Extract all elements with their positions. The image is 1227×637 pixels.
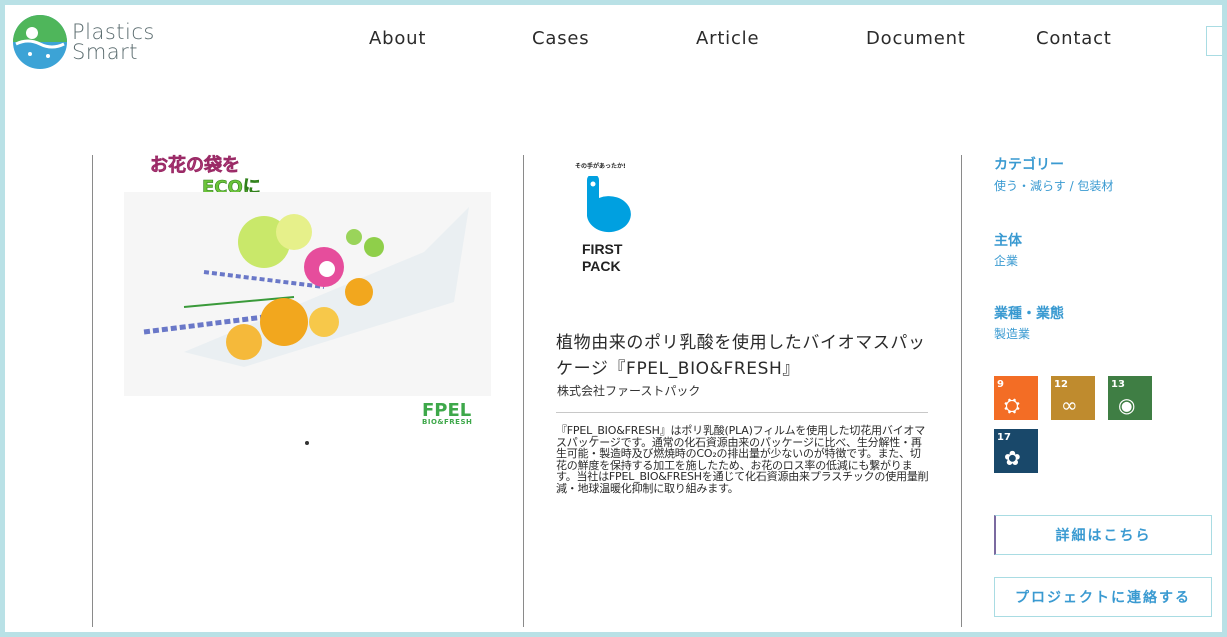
column-divider: [523, 155, 524, 627]
header-search-box[interactable]: [1206, 26, 1227, 56]
company-name: 株式会社ファーストパック: [557, 384, 701, 398]
slider-dot[interactable]: [305, 441, 309, 445]
sdg-number: 13: [1111, 379, 1125, 390]
nav-document[interactable]: Document: [866, 28, 966, 49]
sdg-13-badge[interactable]: 13 ◉: [1108, 376, 1152, 420]
entity-label: 主体: [994, 233, 1022, 249]
sdg-number: 17: [997, 432, 1011, 443]
fpel-logo-subtext: BIO&FRESH: [422, 418, 473, 426]
company-logo-line2: PACK: [582, 258, 621, 274]
sdg-number: 12: [1054, 379, 1068, 390]
logo-text: Plastics Smart: [72, 20, 155, 64]
slide-headline-line1: お花の袋を: [150, 155, 241, 177]
company-logo-tagline: その手があったか!: [575, 163, 626, 170]
plastics-smart-logo[interactable]: Plastics Smart: [12, 14, 155, 70]
nav-contact[interactable]: Contact: [1036, 28, 1112, 49]
column-divider: [92, 155, 93, 627]
entity-value[interactable]: 企業: [994, 252, 1018, 269]
logo-line1: Plastics: [72, 20, 155, 44]
divider: [556, 412, 928, 413]
partnership-icon: ✿: [1004, 446, 1021, 470]
industry-label: 業種・業態: [994, 306, 1064, 322]
nav-cases[interactable]: Cases: [532, 28, 589, 49]
category-value[interactable]: 使う・減らす / 包装材: [994, 177, 1113, 194]
eye-earth-icon: ◉: [1118, 393, 1136, 417]
industry-value[interactable]: 製造業: [994, 325, 1030, 342]
company-logo-name: FIRST PACK: [582, 241, 622, 275]
logo-mark-icon: [13, 15, 67, 69]
infinity-icon: ∞: [1061, 393, 1078, 417]
details-button[interactable]: 詳細はこちら: [994, 515, 1212, 555]
nav-article[interactable]: Article: [696, 28, 759, 49]
nav-about[interactable]: About: [369, 28, 426, 49]
contact-project-button[interactable]: プロジェクトに連絡する: [994, 577, 1212, 617]
company-logo-line1: FIRST: [582, 241, 623, 257]
category-label: カテゴリー: [994, 157, 1064, 173]
sdg-number: 9: [997, 379, 1004, 390]
project-description: 『FPEL_BIO&FRESH』はポリ乳酸(PLA)フィルムを使用した切花用バイ…: [556, 424, 929, 495]
industry-icon: ⛭: [1004, 393, 1020, 417]
bouquet-image[interactable]: [124, 192, 491, 396]
project-title: 植物由来のポリ乳酸を使用したバイオマスパッケージ『FPEL_BIO&FRESH』: [556, 333, 926, 379]
sdg-12-badge[interactable]: 12 ∞: [1051, 376, 1095, 420]
column-divider: [961, 155, 962, 627]
fpel-logo: FPEL BIO&FRESH: [422, 400, 472, 426]
sdg-9-badge[interactable]: 9 ⛭: [994, 376, 1038, 420]
first-pack-logo-icon: [587, 176, 631, 233]
logo-line2: Smart: [72, 40, 139, 64]
sdg-17-badge[interactable]: 17 ✿: [994, 429, 1038, 473]
